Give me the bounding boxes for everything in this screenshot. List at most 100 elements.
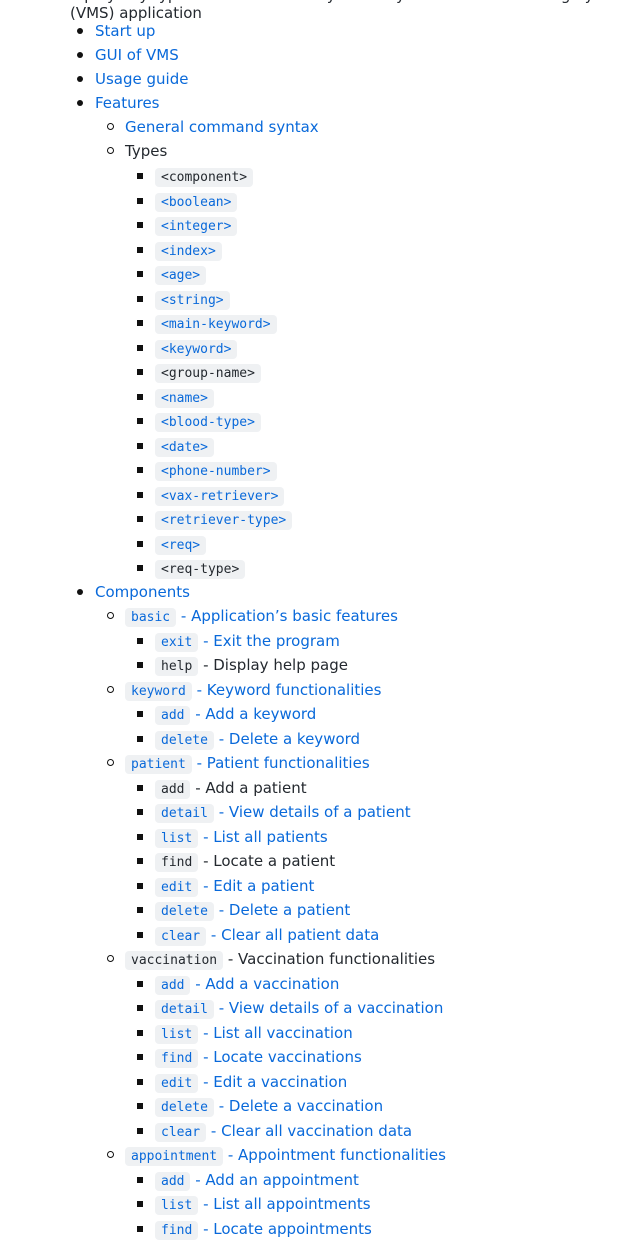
- command-code[interactable]: edit: [155, 878, 199, 897]
- command-code[interactable]: appointment: [125, 1147, 224, 1166]
- command-code[interactable]: add: [155, 976, 191, 995]
- command-code[interactable]: help: [155, 657, 199, 676]
- command-description[interactable]: - Keyword functionalities: [192, 681, 382, 699]
- command-code[interactable]: list: [155, 1025, 199, 1044]
- command-description[interactable]: - Exit the program: [198, 632, 340, 650]
- command-description[interactable]: - Edit a vaccination: [198, 1073, 347, 1091]
- command-code[interactable]: delete: [155, 1098, 214, 1117]
- toc-item-command[interactable]: add - Add a patient: [137, 777, 307, 799]
- command-code[interactable]: clear: [155, 1123, 207, 1142]
- command-code[interactable]: add: [155, 1172, 191, 1191]
- toc-item-command[interactable]: edit - Edit a patient: [137, 875, 314, 897]
- command-code[interactable]: clear: [155, 927, 207, 946]
- toc-item-type[interactable]: <req>: [137, 533, 207, 555]
- command-description[interactable]: - List all vaccination: [198, 1024, 353, 1042]
- command-description[interactable]: - Edit a patient: [198, 877, 314, 895]
- toc-item-component[interactable]: basic - Application’s basic features: [107, 605, 398, 627]
- toc-item-features[interactable]: Features: [77, 92, 160, 114]
- command-code[interactable]: vaccination: [125, 951, 224, 970]
- command-code[interactable]: list: [155, 1196, 199, 1215]
- type-code[interactable]: <string>: [155, 291, 230, 310]
- command-code[interactable]: exit: [155, 633, 199, 652]
- toc-item-usage-guide[interactable]: Usage guide: [77, 68, 188, 90]
- type-code[interactable]: <index>: [155, 242, 222, 261]
- command-description[interactable]: - Delete a patient: [214, 901, 351, 919]
- toc-item-command[interactable]: delete - Delete a vaccination: [137, 1095, 383, 1117]
- toc-item-component[interactable]: appointment - Appointment functionalitie…: [107, 1144, 446, 1166]
- type-code[interactable]: <req>: [155, 536, 207, 555]
- type-code[interactable]: <req-type>: [155, 560, 246, 579]
- command-description[interactable]: - Locate a patient: [198, 852, 335, 870]
- command-description[interactable]: - Clear all patient data: [206, 926, 379, 944]
- toc-item-command[interactable]: list - List all vaccination: [137, 1022, 353, 1044]
- command-code[interactable]: basic: [125, 608, 177, 627]
- command-code[interactable]: find: [155, 1221, 199, 1240]
- toc-item-command[interactable]: list - List all patients: [137, 826, 328, 848]
- toc-item-command[interactable]: detail - View details of a patient: [137, 801, 411, 823]
- command-description[interactable]: - Vaccination functionalities: [223, 950, 435, 968]
- command-description[interactable]: - Delete a vaccination: [214, 1097, 383, 1115]
- toc-item-gui[interactable]: GUI of VMS: [77, 44, 179, 66]
- toc-item-component[interactable]: vaccination - Vaccination functionalitie…: [107, 948, 435, 970]
- type-code[interactable]: <phone-number>: [155, 462, 277, 481]
- toc-item-type[interactable]: <name>: [137, 386, 214, 408]
- type-code[interactable]: <group-name>: [155, 364, 261, 383]
- toc-item-type[interactable]: <integer>: [137, 214, 238, 236]
- toc-item-type[interactable]: <age>: [137, 263, 207, 285]
- toc-item-command[interactable]: edit - Edit a vaccination: [137, 1071, 347, 1093]
- toc-item-type[interactable]: <keyword>: [137, 337, 238, 359]
- type-code[interactable]: <integer>: [155, 217, 238, 236]
- toc-item-general-command-syntax[interactable]: General command syntax: [107, 116, 319, 138]
- toc-item-command[interactable]: add - Add an appointment: [137, 1169, 359, 1191]
- toc-item-command[interactable]: find - Locate a patient: [137, 850, 335, 872]
- type-code[interactable]: <component>: [155, 168, 254, 187]
- toc-item-types[interactable]: Types: [107, 140, 167, 162]
- command-code[interactable]: delete: [155, 731, 214, 750]
- type-code[interactable]: <boolean>: [155, 193, 238, 212]
- command-code[interactable]: patient: [125, 755, 192, 774]
- command-description[interactable]: - Application’s basic features: [176, 607, 398, 625]
- command-code[interactable]: delete: [155, 902, 214, 921]
- toc-link[interactable]: Usage guide: [95, 70, 188, 88]
- toc-item-command[interactable]: clear - Clear all patient data: [137, 924, 379, 946]
- command-description[interactable]: - View details of a vaccination: [214, 999, 444, 1017]
- toc-item-command[interactable]: delete - Delete a patient: [137, 899, 351, 921]
- command-description[interactable]: - List all patients: [198, 828, 328, 846]
- command-description[interactable]: - Patient functionalities: [192, 754, 370, 772]
- toc-item-component[interactable]: keyword - Keyword functionalities: [107, 679, 382, 701]
- command-code[interactable]: keyword: [125, 682, 192, 701]
- toc-item-command[interactable]: clear - Clear all vaccination data: [137, 1120, 412, 1142]
- command-code[interactable]: find: [155, 1049, 199, 1068]
- toc-item-command[interactable]: help - Display help page: [137, 654, 348, 676]
- type-code[interactable]: <keyword>: [155, 340, 238, 359]
- toc-item-type[interactable]: <date>: [137, 435, 214, 457]
- command-description[interactable]: - Add a keyword: [190, 705, 316, 723]
- command-code[interactable]: list: [155, 829, 199, 848]
- toc-item-type[interactable]: <req-type>: [137, 557, 246, 579]
- type-code[interactable]: <date>: [155, 438, 214, 457]
- command-description[interactable]: - Delete a keyword: [214, 730, 360, 748]
- toc-item-command[interactable]: add - Add a vaccination: [137, 973, 339, 995]
- toc-item-type[interactable]: <index>: [137, 239, 222, 261]
- type-code[interactable]: <vax-retriever>: [155, 487, 285, 506]
- command-description[interactable]: - Clear all vaccination data: [206, 1122, 412, 1140]
- toc-item-type[interactable]: <retriever-type>: [137, 508, 293, 530]
- toc-item-type[interactable]: <boolean>: [137, 190, 238, 212]
- toc-item-type[interactable]: <blood-type>: [137, 410, 261, 432]
- toc-item-command[interactable]: detail - View details of a vaccination: [137, 997, 444, 1019]
- command-description[interactable]: - Add an appointment: [190, 1171, 359, 1189]
- toc-link[interactable]: GUI of VMS: [95, 46, 179, 64]
- type-code[interactable]: <retriever-type>: [155, 511, 293, 530]
- toc-item-component[interactable]: patient - Patient functionalities: [107, 752, 370, 774]
- toc-link[interactable]: Components: [95, 583, 190, 601]
- toc-item-command[interactable]: find - Locate vaccinations: [137, 1046, 362, 1068]
- toc-item-type[interactable]: <group-name>: [137, 361, 261, 383]
- toc-item-start-up[interactable]: Start up: [77, 20, 155, 42]
- command-description[interactable]: - Add a patient: [190, 779, 306, 797]
- command-description[interactable]: - Display help page: [198, 656, 348, 674]
- type-code[interactable]: <age>: [155, 266, 207, 285]
- toc-link[interactable]: Features: [95, 94, 160, 112]
- command-code[interactable]: add: [155, 780, 191, 799]
- toc-item-components[interactable]: Components: [77, 581, 190, 603]
- command-code[interactable]: add: [155, 706, 191, 725]
